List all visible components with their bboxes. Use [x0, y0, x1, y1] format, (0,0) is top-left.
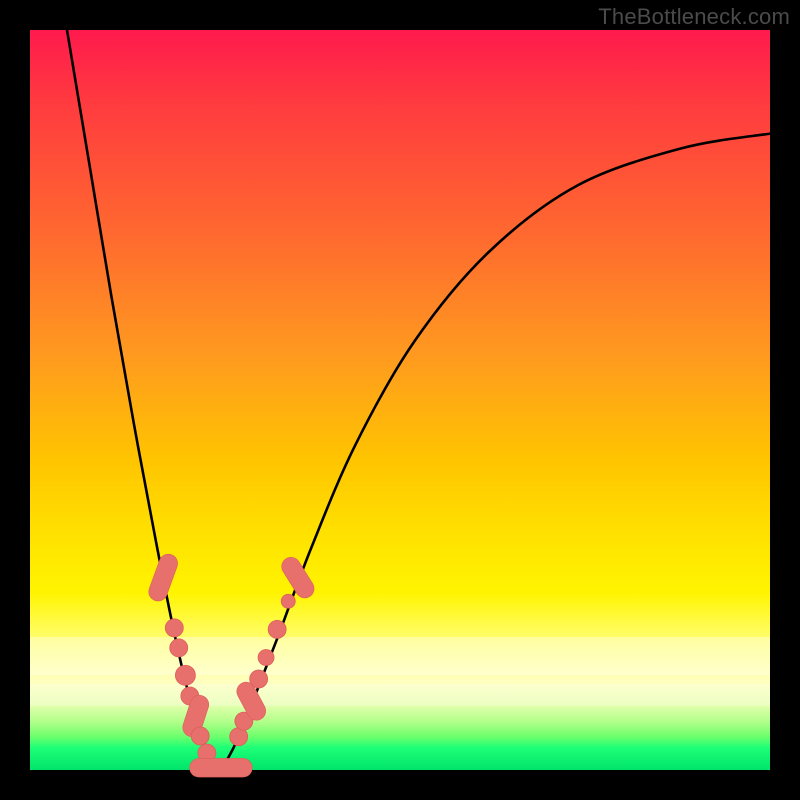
- bottleneck-curve: [67, 30, 770, 770]
- data-dot: [250, 670, 268, 688]
- chart-frame: TheBottleneck.com: [0, 0, 800, 800]
- data-dot: [281, 594, 295, 608]
- data-dot: [170, 639, 188, 657]
- data-dot: [268, 620, 286, 638]
- data-dot: [192, 705, 199, 728]
- watermark-text: TheBottleneck.com: [598, 4, 790, 30]
- data-dot: [246, 691, 256, 710]
- data-dot: [191, 727, 209, 745]
- data-dot: [158, 564, 168, 592]
- data-dot: [291, 567, 305, 589]
- data-dot: [258, 650, 274, 666]
- data-dot: [175, 665, 195, 685]
- data-dots: [158, 564, 305, 768]
- data-dot: [165, 619, 183, 637]
- curve-layer: [30, 30, 770, 770]
